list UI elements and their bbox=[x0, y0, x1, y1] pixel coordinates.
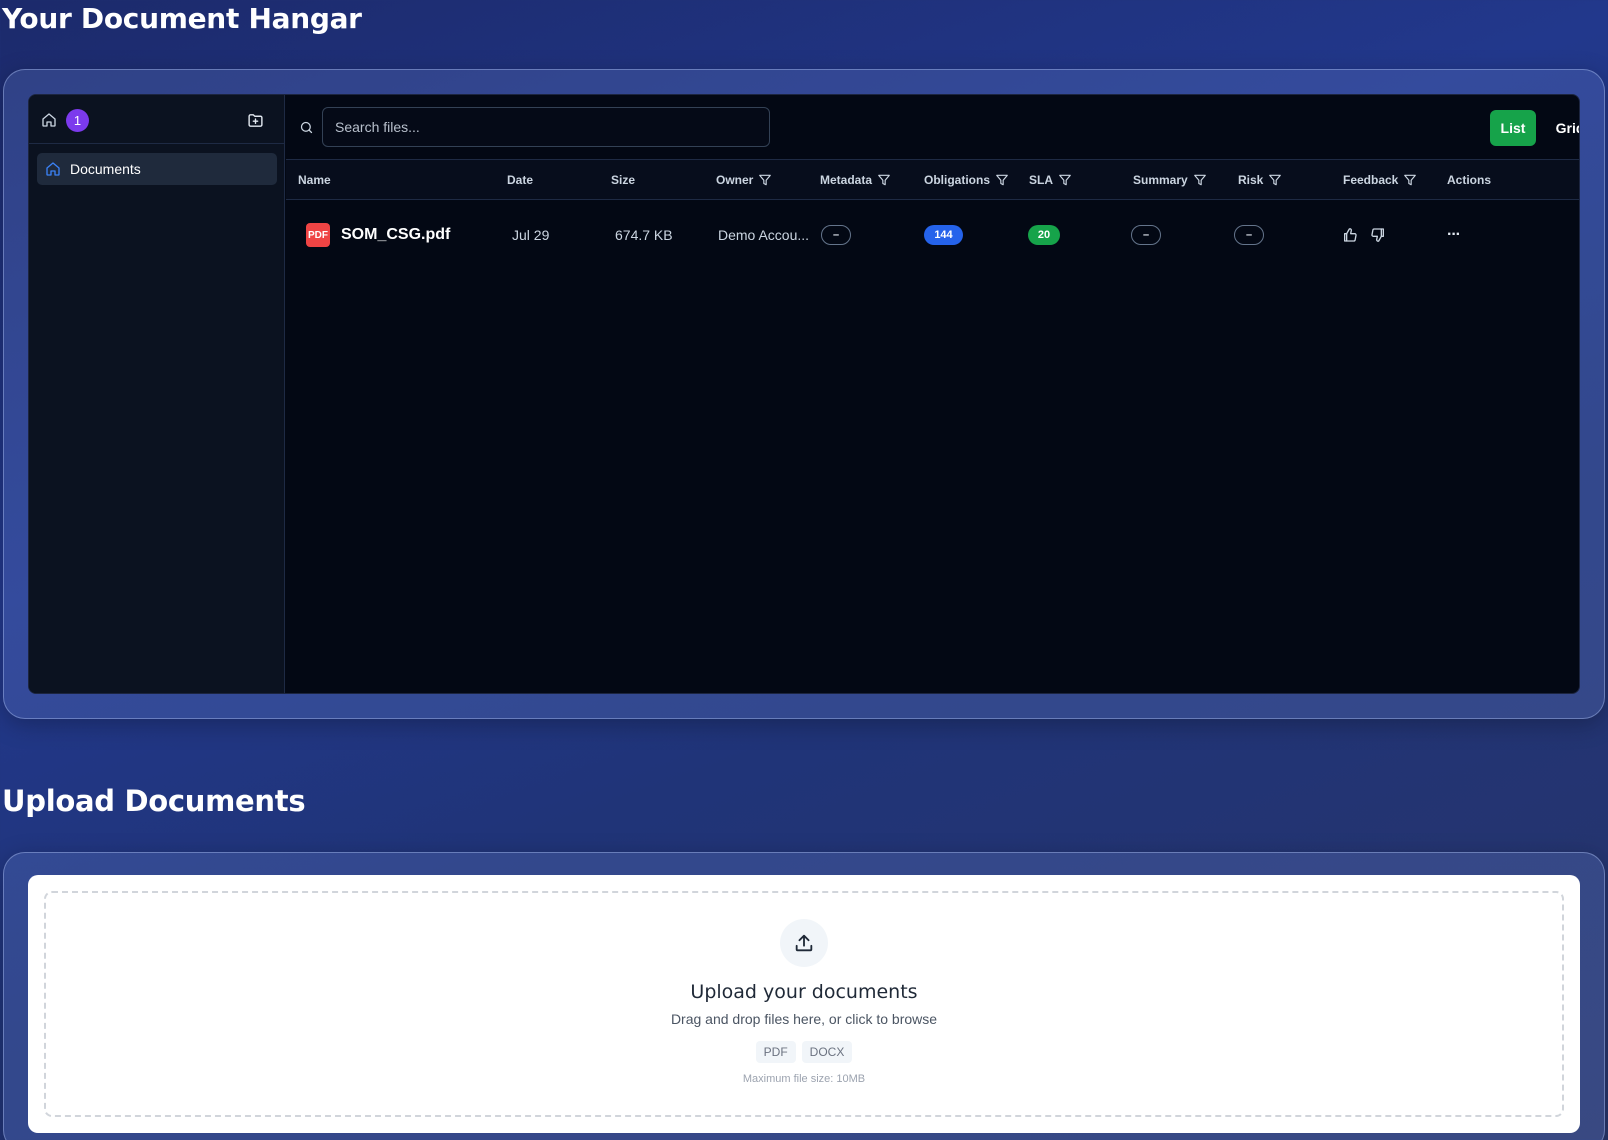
column-label: Obligations bbox=[924, 173, 990, 187]
upload-instructions: Drag and drop files here, or click to br… bbox=[670, 1011, 938, 1027]
home-icon[interactable] bbox=[39, 110, 59, 130]
column-header-sla[interactable]: SLA bbox=[1029, 160, 1072, 200]
page-title: Your Document Hangar bbox=[2, 2, 362, 35]
toolbar: List Grid bbox=[286, 95, 1579, 160]
column-header-name[interactable]: Name bbox=[298, 160, 331, 200]
column-label: Metadata bbox=[820, 173, 873, 187]
filter-icon[interactable] bbox=[1403, 173, 1417, 187]
column-label: Risk bbox=[1238, 173, 1264, 187]
upload-heading: Upload your documents bbox=[690, 981, 918, 1003]
column-label: SLA bbox=[1029, 173, 1053, 187]
file-name-cell[interactable]: PDF SOM_CSG.pdf bbox=[306, 201, 450, 269]
file-list-area: List Grid Name Date Size Owner Metadata … bbox=[286, 95, 1579, 693]
metadata-cell: – bbox=[821, 201, 851, 269]
filter-icon[interactable] bbox=[758, 173, 772, 187]
column-label: Feedback bbox=[1343, 173, 1399, 187]
column-header-risk[interactable]: Risk bbox=[1238, 160, 1282, 200]
folder-plus-icon[interactable] bbox=[244, 109, 266, 131]
upload-section-title: Upload Documents bbox=[2, 784, 306, 818]
search-box bbox=[322, 107, 770, 147]
file-date: Jul 29 bbox=[512, 227, 550, 243]
summary-badge[interactable]: – bbox=[1131, 225, 1161, 245]
home-icon bbox=[46, 162, 60, 176]
risk-cell: – bbox=[1234, 201, 1264, 269]
table-header: Name Date Size Owner Metadata Obligation… bbox=[286, 160, 1579, 200]
column-header-size[interactable]: Size bbox=[611, 160, 635, 200]
upload-panel: Upload your documents Drag and drop file… bbox=[3, 852, 1605, 1140]
file-name[interactable]: SOM_CSG.pdf bbox=[341, 226, 450, 244]
search-input[interactable] bbox=[323, 108, 769, 146]
file-browser: 1 Documents List Grid bbox=[28, 94, 1580, 694]
file-owner: Demo Accou... bbox=[718, 227, 810, 243]
column-label: Size bbox=[611, 173, 636, 187]
summary-cell: – bbox=[1131, 201, 1161, 269]
more-actions-icon[interactable]: ··· bbox=[1447, 201, 1461, 269]
sla-badge[interactable]: 20 bbox=[1028, 225, 1060, 245]
search-icon bbox=[298, 119, 314, 135]
column-header-actions: Actions bbox=[1447, 160, 1491, 200]
sidebar-item-documents[interactable]: Documents bbox=[37, 153, 277, 185]
column-label: Owner bbox=[716, 173, 754, 187]
filter-icon[interactable] bbox=[877, 173, 891, 187]
filter-icon[interactable] bbox=[995, 173, 1009, 187]
risk-badge[interactable]: – bbox=[1234, 225, 1264, 245]
upload-card: Upload your documents Drag and drop file… bbox=[28, 875, 1580, 1133]
column-header-date[interactable]: Date bbox=[507, 160, 533, 200]
list-view-button[interactable]: List bbox=[1490, 110, 1536, 146]
thumbs-down-icon[interactable] bbox=[1369, 226, 1387, 244]
sidebar-item-label: Documents bbox=[70, 161, 141, 177]
thumbs-up-icon[interactable] bbox=[1341, 226, 1359, 244]
column-header-owner[interactable]: Owner bbox=[716, 160, 772, 200]
column-header-feedback[interactable]: Feedback bbox=[1343, 160, 1417, 200]
file-count-badge: 1 bbox=[66, 109, 89, 132]
filter-icon[interactable] bbox=[1193, 173, 1207, 187]
metadata-badge[interactable]: – bbox=[821, 225, 851, 245]
column-label: Date bbox=[507, 173, 534, 187]
column-label: Summary bbox=[1133, 173, 1188, 187]
column-header-obligations[interactable]: Obligations bbox=[924, 160, 1009, 200]
grid-view-button[interactable]: Grid bbox=[1548, 110, 1579, 146]
sidebar: 1 Documents bbox=[29, 95, 285, 693]
file-size: 674.7 KB bbox=[615, 227, 673, 243]
column-label: Name bbox=[298, 173, 331, 187]
column-label: Actions bbox=[1447, 173, 1492, 187]
sla-cell: 20 bbox=[1028, 201, 1060, 269]
obligations-badge[interactable]: 144 bbox=[924, 225, 963, 245]
filter-icon[interactable] bbox=[1268, 173, 1282, 187]
file-type-chip: PDF bbox=[755, 1041, 796, 1063]
accepted-file-types: PDF DOCX bbox=[46, 1041, 1562, 1063]
upload-icon bbox=[780, 919, 828, 967]
feedback-cell bbox=[1341, 201, 1387, 269]
column-header-metadata[interactable]: Metadata bbox=[820, 160, 891, 200]
max-file-size-note: Maximum file size: 10MB bbox=[742, 1073, 866, 1085]
filter-icon[interactable] bbox=[1058, 173, 1072, 187]
obligations-cell: 144 bbox=[924, 201, 963, 269]
pdf-file-icon: PDF bbox=[306, 223, 330, 247]
upload-dropzone[interactable]: Upload your documents Drag and drop file… bbox=[44, 891, 1564, 1117]
sidebar-header: 1 bbox=[29, 95, 284, 144]
column-header-summary[interactable]: Summary bbox=[1133, 160, 1207, 200]
document-hangar-panel: 1 Documents List Grid bbox=[3, 69, 1605, 719]
file-type-chip: DOCX bbox=[801, 1041, 853, 1063]
table-row[interactable]: PDF SOM_CSG.pdf Jul 29 674.7 KB Demo Acc… bbox=[286, 201, 1579, 269]
